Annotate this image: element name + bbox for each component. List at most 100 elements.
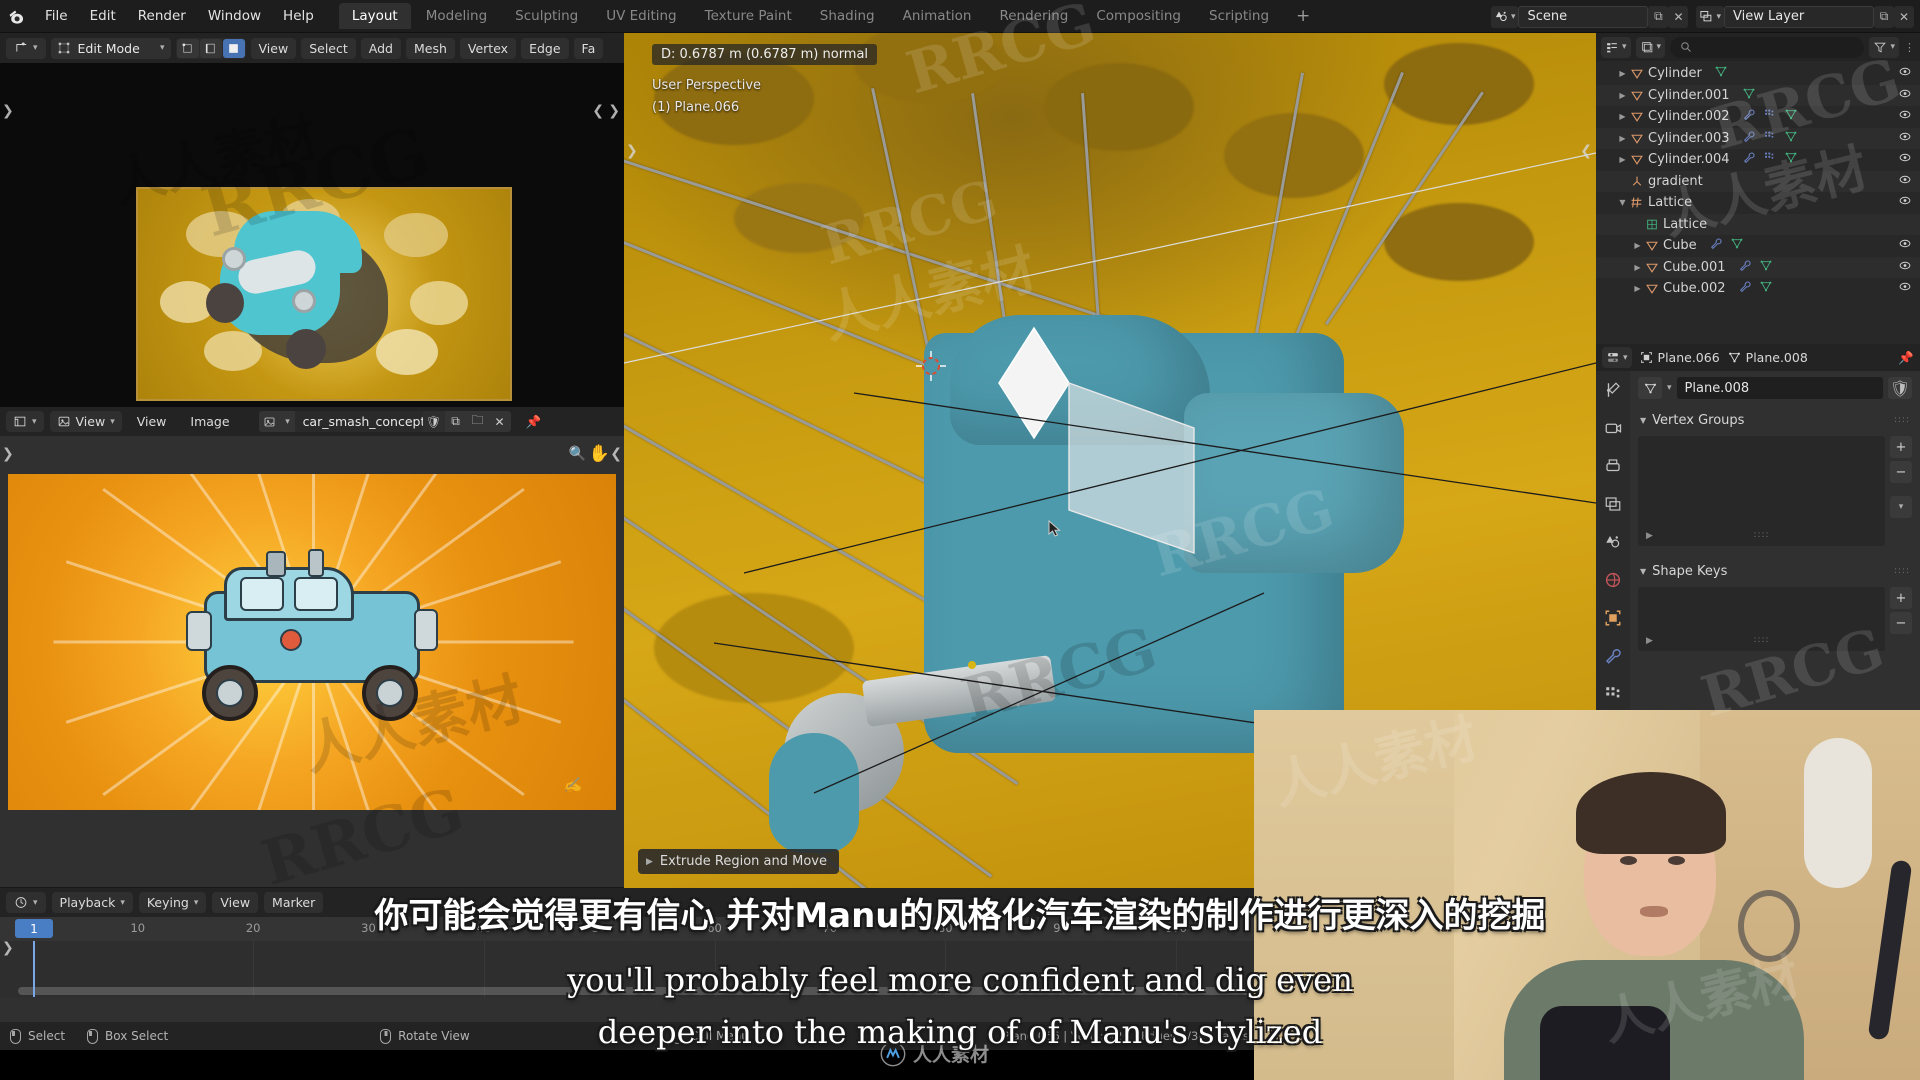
outliner-row-cylinder-002[interactable]: ▶ Cylinder.002 xyxy=(1596,106,1920,128)
timeline-current-frame-indicator[interactable]: 1 xyxy=(15,919,53,938)
output-tab[interactable] xyxy=(1602,457,1624,479)
operator-redo-panel[interactable]: ▶ Extrude Region and Move xyxy=(638,849,839,874)
workspace-tab-shading[interactable]: Shading xyxy=(807,3,888,29)
mesh-data-icon[interactable] xyxy=(1784,130,1798,147)
viewport-menu-select[interactable]: Select xyxy=(301,37,356,59)
workspace-tab-modeling[interactable]: Modeling xyxy=(413,3,500,29)
modifier-wrench-icon[interactable] xyxy=(1738,259,1752,276)
modifier-wrench-icon[interactable] xyxy=(1742,130,1756,147)
outliner-row-cylinder-001[interactable]: ▶ Cylinder.001 xyxy=(1596,85,1920,107)
outliner-row-cube-001[interactable]: ▶ Cube.001 xyxy=(1596,257,1920,279)
toolbar-expand-arrow-icon[interactable]: ❯ xyxy=(626,143,638,159)
new-scene-button[interactable]: ⧉ xyxy=(1648,5,1669,28)
hide-in-viewport-toggle[interactable] xyxy=(1898,65,1912,82)
scene-selector-icon[interactable]: ▾ xyxy=(1490,5,1519,28)
edge-select-mode-button[interactable] xyxy=(199,38,222,58)
timeline-editor-type-selector[interactable]: ▾ xyxy=(6,892,46,913)
scene-name-field[interactable]: Scene xyxy=(1518,5,1649,28)
image-editor-mode-selector[interactable]: View ▾ xyxy=(49,411,122,432)
hide-in-viewport-toggle[interactable] xyxy=(1898,87,1912,104)
viewport-menu-vertex[interactable]: Vertex xyxy=(459,37,517,59)
mesh-name-field[interactable]: Plane.008 xyxy=(1676,377,1883,399)
sidebar-expand-arrow-icon[interactable]: ❮ xyxy=(1580,143,1592,159)
fake-user-shield-button[interactable]: 🛡 xyxy=(1888,377,1912,399)
particles-icon[interactable] xyxy=(1763,108,1777,125)
outliner-options-icon[interactable]: ⋮ xyxy=(1904,41,1915,54)
hide-in-viewport-toggle[interactable] xyxy=(1898,151,1912,168)
panel-grip-dots[interactable]: :::: xyxy=(1894,567,1910,576)
mesh-data-icon[interactable] xyxy=(1784,108,1798,125)
outliner-row-cylinder[interactable]: ▶ Cylinder xyxy=(1596,63,1920,85)
render-sidebar-arrow-icon[interactable]: ❮ xyxy=(592,103,604,119)
workspace-tab-layout[interactable]: Layout xyxy=(338,3,411,29)
outliner-row-lattice[interactable]: Lattice xyxy=(1596,214,1920,236)
timeline-playhead-line[interactable] xyxy=(33,941,35,997)
mesh-data-icon[interactable] xyxy=(1730,237,1744,254)
timeline-menu-keying[interactable]: Keying ▾ xyxy=(138,892,207,913)
interaction-mode-selector[interactable]: Edit Mode ▾ xyxy=(50,37,171,59)
outliner-row-cube[interactable]: ▶ Cube xyxy=(1596,235,1920,257)
hide-in-viewport-toggle[interactable] xyxy=(1898,280,1912,297)
outliner-editor-type-selector[interactable]: ▾ xyxy=(1601,36,1631,58)
particles-icon[interactable] xyxy=(1763,151,1777,168)
outliner-row-cylinder-003[interactable]: ▶ Cylinder.003 xyxy=(1596,128,1920,150)
workspace-tab-sculpting[interactable]: Sculpting xyxy=(502,3,591,29)
particles-icon[interactable] xyxy=(1763,130,1777,147)
outliner-row-cube-002[interactable]: ▶ Cube.002 xyxy=(1596,278,1920,300)
editor-type-selector[interactable]: ▾ xyxy=(6,37,46,59)
particles-tab[interactable] xyxy=(1602,685,1624,707)
mesh-data-icon[interactable] xyxy=(1784,151,1798,168)
outliner-disclosure-triangle-icon[interactable]: ▶ xyxy=(1632,263,1643,272)
outliner-disclosure-triangle-icon[interactable]: ▶ xyxy=(1617,134,1628,143)
menu-window[interactable]: Window xyxy=(197,5,272,28)
image-editor-canvas[interactable]: 🔍 ✋ ❯ ❮ ✍ xyxy=(0,436,624,887)
panel-header-shape-keys[interactable]: ▼ Shape Keys :::: xyxy=(1638,560,1912,583)
open-image-folder-button[interactable]: 🗀 xyxy=(466,411,489,432)
fake-user-shield-button[interactable]: 🛡 xyxy=(422,411,445,432)
world-tab[interactable] xyxy=(1602,571,1624,593)
blender-logo-icon[interactable] xyxy=(0,0,34,33)
outliner-search-input[interactable] xyxy=(1670,36,1865,58)
list-expand-triangle-icon[interactable]: ▶ xyxy=(1646,636,1653,646)
mesh-data-icon[interactable] xyxy=(1742,87,1756,104)
zoom-icon[interactable]: 🔍 xyxy=(569,446,586,462)
menu-help[interactable]: Help xyxy=(272,5,325,28)
mesh-data-icon[interactable] xyxy=(1759,259,1773,276)
mesh-data-icon[interactable] xyxy=(1759,280,1773,297)
shape-keys-list[interactable]: ▶ :::: xyxy=(1638,587,1885,651)
unlink-scene-button[interactable]: ✕ xyxy=(1668,5,1689,28)
scene-tab[interactable] xyxy=(1602,533,1624,555)
outliner-editor[interactable]: ▾ ▾ ▾ ⋮ ▶ Cylinder ▶ Cylinder.001 ▶ Cyli… xyxy=(1596,33,1920,344)
render-tab[interactable] xyxy=(1602,419,1624,441)
breadcrumb-mesh-data[interactable]: Plane.008 xyxy=(1728,350,1808,365)
timeline-menu-marker[interactable]: Marker xyxy=(264,892,324,913)
new-view-layer-button[interactable]: ⧉ xyxy=(1874,5,1894,28)
hide-in-viewport-toggle[interactable] xyxy=(1898,173,1912,190)
image-sidebar-arrow-icon[interactable]: ❮ xyxy=(610,446,622,462)
outliner-disclosure-triangle-icon[interactable]: ▶ xyxy=(1632,284,1643,293)
outliner-filter-id-selector[interactable]: ▾ xyxy=(1635,36,1666,58)
viewport-menu-view[interactable]: View xyxy=(250,37,297,59)
outliner-row-lattice[interactable]: ▼ Lattice xyxy=(1596,192,1920,214)
timeline-sidebar-arrow-icon[interactable]: ❯ xyxy=(2,940,14,956)
outliner-disclosure-triangle-icon[interactable]: ▶ xyxy=(1617,91,1628,100)
workspace-tab-uv-editing[interactable]: UV Editing xyxy=(593,3,689,29)
menu-file[interactable]: File xyxy=(34,5,79,28)
breadcrumb-object[interactable]: Plane.066 xyxy=(1640,350,1720,365)
hide-in-viewport-toggle[interactable] xyxy=(1898,237,1912,254)
modifier-wrench-icon[interactable] xyxy=(1742,108,1756,125)
remove-view-layer-button[interactable]: ✕ xyxy=(1894,5,1914,28)
outliner-disclosure-triangle-icon[interactable]: ▶ xyxy=(1617,69,1628,78)
unlink-image-close-button[interactable]: ✕ xyxy=(488,411,511,432)
list-grip-dots[interactable]: :::: xyxy=(1753,530,1769,540)
vertex-select-mode-button[interactable] xyxy=(176,38,199,58)
image-name-field[interactable]: car_smash_concept_... xyxy=(294,411,423,432)
pin-icon[interactable]: 📌 xyxy=(517,414,551,430)
modifier-wrench-icon[interactable] xyxy=(1738,280,1752,297)
timeline-menu-playback[interactable]: Playback ▾ xyxy=(51,892,133,913)
list-grip-dots[interactable]: :::: xyxy=(1753,635,1769,645)
workspace-tab-scripting[interactable]: Scripting xyxy=(1196,3,1282,29)
add-workspace-button[interactable]: + xyxy=(1284,6,1322,26)
outliner-filter-button[interactable]: ▾ xyxy=(1869,36,1899,58)
view-layer-selector-icon[interactable]: ▾ xyxy=(1696,5,1724,28)
